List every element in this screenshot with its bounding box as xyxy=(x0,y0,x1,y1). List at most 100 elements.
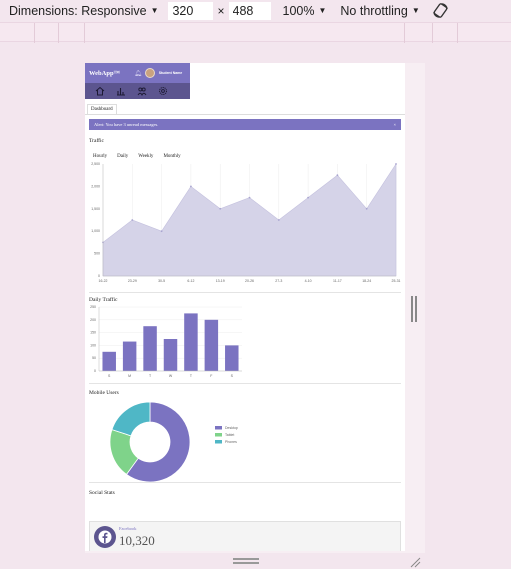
resize-handle-bottom[interactable] xyxy=(233,558,259,564)
x-tick-label: 25-31 xyxy=(392,279,401,283)
bar xyxy=(163,339,178,371)
traffic-title: Traffic xyxy=(89,138,104,144)
y-tick-label: 200 xyxy=(90,318,96,322)
close-icon[interactable]: × xyxy=(393,122,396,127)
width-input[interactable] xyxy=(168,1,214,20)
data-point xyxy=(219,207,222,210)
device-label: Dimensions: Responsive xyxy=(9,3,147,18)
bar xyxy=(122,341,137,371)
x-tick-label: 20-26 xyxy=(245,279,254,283)
zoom-dropdown[interactable]: 100% ▼ xyxy=(283,4,327,18)
dimension-separator: × xyxy=(217,3,225,18)
breadcrumb: Dashboard xyxy=(85,99,405,115)
x-tick-label: 4-10 xyxy=(305,279,312,283)
x-tick-label: 27-3 xyxy=(275,279,282,283)
data-point xyxy=(395,163,397,165)
alert-banner: Alert: You have 3 unread messages. × xyxy=(89,119,401,130)
tab-hourly[interactable]: Hourly xyxy=(93,154,107,159)
legend-label: Phones xyxy=(225,440,237,444)
tab-monthly[interactable]: Monthly xyxy=(163,154,180,159)
y-tick-label: 250 xyxy=(90,305,96,309)
pie-slice xyxy=(111,401,151,437)
bar xyxy=(225,345,239,371)
legend-swatch xyxy=(215,426,222,430)
legend-swatch xyxy=(215,433,222,437)
data-point xyxy=(365,207,368,210)
bar xyxy=(204,319,219,371)
x-tick-label: T xyxy=(190,374,193,378)
y-tick-label: 1,500 xyxy=(91,207,100,211)
y-tick-label: 100 xyxy=(90,343,96,347)
tab-weekly[interactable]: Weekly xyxy=(138,154,153,159)
x-tick-label: 6-12 xyxy=(187,279,194,283)
y-tick-label: 50 xyxy=(92,356,96,360)
y-tick-label: 0 xyxy=(94,369,96,373)
bar xyxy=(102,351,116,371)
facebook-stat-card: Facebook 10,320 xyxy=(89,521,401,551)
x-tick-label: 16-22 xyxy=(99,279,108,283)
alert-text: Alert: You have 3 unread messages. xyxy=(94,122,159,127)
data-point xyxy=(190,185,192,188)
media-query-ruler xyxy=(0,22,511,43)
x-tick-label: F xyxy=(210,374,212,378)
throttling-dropdown[interactable]: No throttling ▼ xyxy=(340,4,419,18)
data-point xyxy=(160,230,163,233)
chevron-down-icon: ▼ xyxy=(150,6,159,15)
avatar[interactable] xyxy=(144,68,155,78)
gear-icon[interactable] xyxy=(158,86,168,96)
zoom-label: 100% xyxy=(282,3,315,18)
data-point xyxy=(307,196,309,199)
bar xyxy=(184,313,198,371)
home-icon[interactable] xyxy=(95,86,105,96)
data-point xyxy=(336,174,339,177)
x-tick-label: 18-24 xyxy=(362,279,371,283)
x-tick-label: S xyxy=(231,374,234,378)
x-tick-label: 11-17 xyxy=(333,279,342,283)
facebook-icon xyxy=(94,526,116,548)
y-tick-label: 0 xyxy=(98,274,100,278)
device-dropdown[interactable]: Dimensions: Responsive ▼ xyxy=(9,4,158,18)
devtools-toolbar: Dimensions: Responsive ▼ × 100% ▼ No thr… xyxy=(0,0,511,21)
legend-swatch xyxy=(215,440,222,444)
y-tick-label: 2,000 xyxy=(91,184,100,188)
main-nav xyxy=(85,83,190,99)
y-tick-label: 150 xyxy=(90,331,96,335)
brand-logo: WebApp™ xyxy=(89,69,121,77)
throttling-label: No throttling xyxy=(340,3,408,18)
chevron-down-icon: ▼ xyxy=(318,6,327,15)
app-header: WebApp™ 🔔︎ Student Name xyxy=(85,63,190,99)
y-tick-label: 1,000 xyxy=(91,229,100,233)
daily-traffic-bar-chart: 0 50 100 150 200 250 S M T W T F S xyxy=(90,305,242,378)
data-point xyxy=(277,219,280,221)
legend-label: Desktop xyxy=(225,426,238,430)
traffic-line-chart: 0 500 1,000 1,500 2,000 2,500 16-22 23-29 30-5 6-… xyxy=(91,162,401,283)
x-tick-label: W xyxy=(169,374,173,378)
user-name: Student Name xyxy=(158,71,183,75)
data-point xyxy=(131,219,134,221)
breadcrumb-item-dashboard[interactable]: Dashboard xyxy=(87,104,117,114)
height-input[interactable] xyxy=(228,1,271,20)
x-tick-label: 13-19 xyxy=(216,279,225,283)
bell-icon[interactable]: 🔔︎ xyxy=(134,70,142,77)
y-tick-label: 500 xyxy=(94,252,100,256)
chevron-down-icon: ▼ xyxy=(411,6,420,15)
mobile-users-title: Mobile Users xyxy=(89,390,119,396)
traffic-tabs: Hourly Daily Weekly Monthly xyxy=(85,144,405,159)
tab-daily[interactable]: Daily xyxy=(117,154,128,159)
bar-chart-icon[interactable] xyxy=(116,86,126,96)
bar xyxy=(143,326,157,371)
x-tick-label: 23-29 xyxy=(128,279,137,283)
facebook-count: 10,320 xyxy=(119,533,155,548)
rotate-icon[interactable] xyxy=(432,2,449,19)
data-point xyxy=(248,196,251,199)
x-tick-label: M xyxy=(128,374,131,378)
resize-handle-corner[interactable] xyxy=(409,556,421,568)
facebook-label: Facebook xyxy=(119,526,137,531)
x-tick-label: T xyxy=(149,374,152,378)
y-tick-label: 2,500 xyxy=(91,162,100,166)
social-stats-title: Social Stats xyxy=(89,490,115,496)
users-icon[interactable] xyxy=(137,86,147,96)
resize-handle-right[interactable] xyxy=(410,296,418,322)
daily-traffic-title: Daily Traffic xyxy=(89,297,118,303)
x-tick-label: S xyxy=(108,374,111,378)
